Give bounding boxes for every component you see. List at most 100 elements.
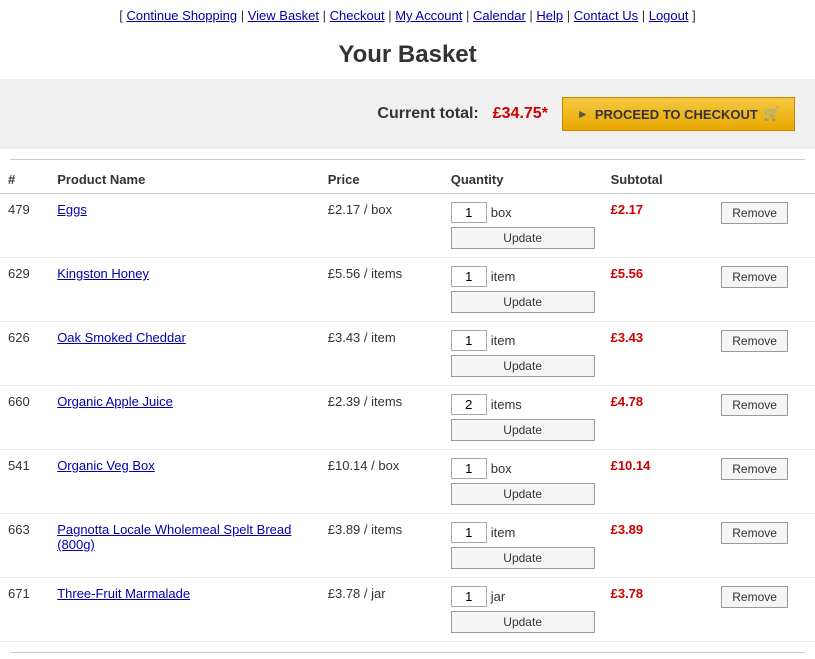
product-quantity-cell: items Update bbox=[443, 386, 603, 450]
remove-button[interactable]: Remove bbox=[721, 586, 788, 608]
remove-button[interactable]: Remove bbox=[721, 330, 788, 352]
quantity-unit: items bbox=[491, 397, 522, 412]
nav-my-account[interactable]: My Account bbox=[395, 8, 462, 23]
nav-checkout[interactable]: Checkout bbox=[330, 8, 385, 23]
table-row: 671 Three-Fruit Marmalade £3.78 / jar jar Up… bbox=[0, 578, 815, 642]
quantity-input[interactable] bbox=[451, 458, 487, 479]
product-link[interactable]: Kingston Honey bbox=[57, 266, 149, 281]
col-header-hash: # bbox=[0, 166, 49, 194]
product-link[interactable]: Eggs bbox=[57, 202, 87, 217]
product-name-cell: Kingston Honey bbox=[49, 258, 320, 322]
update-button[interactable]: Update bbox=[451, 611, 595, 633]
top-navigation: [ Continue Shopping | View Basket | Chec… bbox=[0, 0, 815, 27]
product-id: 629 bbox=[0, 258, 49, 322]
divider bbox=[10, 159, 805, 160]
remove-cell: Remove bbox=[713, 514, 815, 578]
product-price: £3.78 / jar bbox=[320, 578, 443, 642]
product-price: £3.43 / item bbox=[320, 322, 443, 386]
product-price: £10.14 / box bbox=[320, 450, 443, 514]
remove-button[interactable]: Remove bbox=[721, 458, 788, 480]
product-subtotal: £3.78 bbox=[603, 578, 714, 642]
nav-continue-shopping[interactable]: Continue Shopping bbox=[127, 8, 238, 23]
nav-calendar[interactable]: Calendar bbox=[473, 8, 526, 23]
update-button[interactable]: Update bbox=[451, 547, 595, 569]
remove-button[interactable]: Remove bbox=[721, 266, 788, 288]
current-total-label: Current total: bbox=[377, 105, 478, 123]
product-price: £2.39 / items bbox=[320, 386, 443, 450]
update-button[interactable]: Update bbox=[451, 355, 595, 377]
quantity-input[interactable] bbox=[451, 522, 487, 543]
quantity-input[interactable] bbox=[451, 586, 487, 607]
product-quantity-cell: item Update bbox=[443, 258, 603, 322]
product-subtotal: £3.43 bbox=[603, 322, 714, 386]
col-header-subtotal: Subtotal bbox=[603, 166, 714, 194]
product-price: £5.56 / items bbox=[320, 258, 443, 322]
nav-contact-us[interactable]: Contact Us bbox=[574, 8, 638, 23]
cart-icon: 🛒 bbox=[764, 106, 780, 122]
current-total-amount: £34.75* bbox=[493, 105, 548, 123]
play-icon: ► bbox=[577, 107, 589, 121]
product-name-cell: Organic Veg Box bbox=[49, 450, 320, 514]
remove-button[interactable]: Remove bbox=[721, 522, 788, 544]
nav-bracket-close: ] bbox=[692, 8, 696, 23]
quantity-input[interactable] bbox=[451, 394, 487, 415]
nav-logout[interactable]: Logout bbox=[649, 8, 689, 23]
quantity-unit: jar bbox=[491, 589, 505, 604]
page-title: Your Basket bbox=[0, 27, 815, 79]
quantity-unit: item bbox=[491, 269, 516, 284]
remove-cell: Remove bbox=[713, 194, 815, 258]
product-price: £2.17 / box bbox=[320, 194, 443, 258]
product-id: 671 bbox=[0, 578, 49, 642]
quantity-input[interactable] bbox=[451, 202, 487, 223]
table-row: 663Pagnotta Locale Wholemeal Spelt Bread… bbox=[0, 514, 815, 578]
quantity-input[interactable] bbox=[451, 266, 487, 287]
update-button[interactable]: Update bbox=[451, 419, 595, 441]
remove-button[interactable]: Remove bbox=[721, 202, 788, 224]
basket-table: # Product Name Price Quantity Subtotal 4… bbox=[0, 166, 815, 642]
checkout-button-label: PROCEED TO CHECKOUT bbox=[595, 107, 758, 122]
quantity-unit: box bbox=[491, 461, 512, 476]
table-row: 660Organic Apple Juice£2.39 / itemsitems… bbox=[0, 386, 815, 450]
product-subtotal: £2.17 bbox=[603, 194, 714, 258]
col-header-name: Product Name bbox=[49, 166, 320, 194]
product-link[interactable]: Pagnotta Locale Wholemeal Spelt Bread (8… bbox=[57, 522, 291, 552]
table-row: 626 Oak Smoked Cheddar £3.43 / item item Upd… bbox=[0, 322, 815, 386]
nav-bracket-open: [ bbox=[119, 8, 126, 23]
update-button[interactable]: Update bbox=[451, 291, 595, 313]
remove-cell: Remove bbox=[713, 450, 815, 514]
product-quantity-cell: boxUpdate bbox=[443, 194, 603, 258]
remove-cell: Remove bbox=[713, 322, 815, 386]
product-link[interactable]: Oak Smoked Cheddar bbox=[57, 330, 186, 345]
product-subtotal: £4.78 bbox=[603, 386, 714, 450]
nav-view-basket[interactable]: View Basket bbox=[248, 8, 319, 23]
update-button[interactable]: Update bbox=[451, 483, 595, 505]
product-name-cell: Oak Smoked Cheddar bbox=[49, 322, 320, 386]
update-button[interactable]: Update bbox=[451, 227, 595, 249]
proceed-to-checkout-button[interactable]: ► PROCEED TO CHECKOUT 🛒 bbox=[562, 97, 795, 131]
product-id: 541 bbox=[0, 450, 49, 514]
nav-help[interactable]: Help bbox=[536, 8, 563, 23]
product-name-cell: Eggs bbox=[49, 194, 320, 258]
product-price: £3.89 / items bbox=[320, 514, 443, 578]
quantity-unit: item bbox=[491, 525, 516, 540]
col-header-price: Price bbox=[320, 166, 443, 194]
quantity-unit: item bbox=[491, 333, 516, 348]
product-id: 479 bbox=[0, 194, 49, 258]
quantity-input[interactable] bbox=[451, 330, 487, 351]
product-name-cell: Three-Fruit Marmalade bbox=[49, 578, 320, 642]
product-link[interactable]: Organic Veg Box bbox=[57, 458, 155, 473]
table-row: 479 Eggs £2.17 / boxboxUpdate£2.17 Remove bbox=[0, 194, 815, 258]
table-row: 629 Kingston Honey £5.56 / items item Update… bbox=[0, 258, 815, 322]
product-name-cell: Pagnotta Locale Wholemeal Spelt Bread (8… bbox=[49, 514, 320, 578]
remove-cell: Remove bbox=[713, 258, 815, 322]
product-id: 626 bbox=[0, 322, 49, 386]
product-quantity-cell: item Update bbox=[443, 514, 603, 578]
product-link[interactable]: Three-Fruit Marmalade bbox=[57, 586, 190, 601]
product-subtotal: £3.89 bbox=[603, 514, 714, 578]
product-link[interactable]: Organic Apple Juice bbox=[57, 394, 173, 409]
product-id: 660 bbox=[0, 386, 49, 450]
col-header-quantity: Quantity bbox=[443, 166, 603, 194]
current-total-bar: Current total: £34.75* ► PROCEED TO CHEC… bbox=[0, 79, 815, 149]
product-quantity-cell: box Update bbox=[443, 450, 603, 514]
remove-button[interactable]: Remove bbox=[721, 394, 788, 416]
